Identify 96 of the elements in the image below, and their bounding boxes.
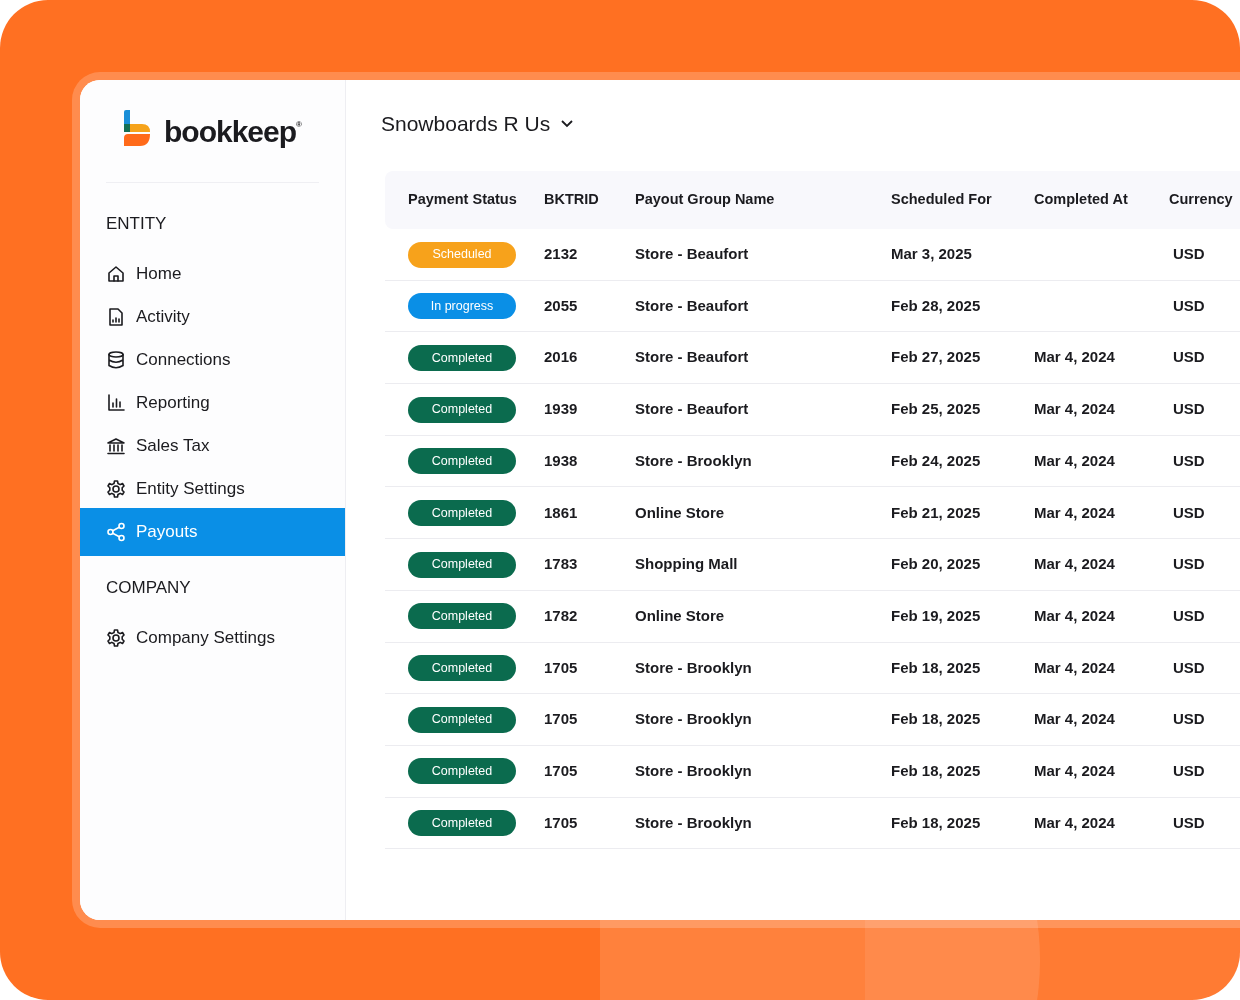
table-cell-text: 1861 [544,502,579,523]
chevron-down-icon [560,119,575,129]
table-cell-text: Mar 4, 2024 [1034,709,1116,730]
home-icon [106,263,126,284]
sidebar-item[interactable]: Entity Settings [80,467,345,510]
section-heading: COMPANY [105,577,192,600]
table-cell-text: Mar 4, 2024 [1034,347,1116,368]
table-cell-text: 1705 [544,657,579,678]
table-cell-text: Store - Beaufort [635,347,750,368]
table-cell-text: USD [1172,244,1206,265]
table-cell-text: Online Store [635,605,726,626]
table-cell-text: USD [1172,554,1206,575]
table-cell-text: Feb 21, 2025 [891,502,982,523]
table-cell-text: 1938 [544,450,579,471]
table-cell-text: Store - Brooklyn [635,450,753,471]
logo-text: bookkeep$^{®}$ [164,113,301,150]
table-cell-text: Store - Brooklyn [635,812,753,833]
status-badge: Completed [408,758,516,785]
table-cell-text: Mar 4, 2024 [1034,605,1116,626]
status-badge: Completed [408,396,516,423]
table-cell-text: 2055 [544,295,579,316]
table-cell-text: 1782 [544,605,579,626]
table-cell-text: USD [1172,399,1206,420]
status-badge: Completed [408,551,516,578]
status-badge: Completed [408,603,516,630]
entity-selector[interactable]: Snowboards R Us [381,108,575,140]
column-header: Payment Status [408,190,518,210]
table-cell-text: Feb 19, 2025 [891,605,982,626]
table-cell-text: Store - Beaufort [635,244,750,265]
table-cell-text: Mar 4, 2024 [1034,502,1116,523]
document-chart-icon [106,306,126,327]
table-cell-text: USD [1172,450,1206,471]
table-cell-text: 1705 [544,709,579,730]
status-badge: In progress [408,293,516,320]
table-cell-text: 2016 [544,347,579,368]
status-badge: Completed [408,810,516,837]
table-cell-text: Store - Beaufort [635,295,750,316]
database-icon [106,349,126,370]
table-cell-text: USD [1172,760,1206,781]
table-cell-text: USD [1172,812,1206,833]
bank-icon [106,435,126,456]
table-cell-text: Mar 3, 2025 [891,244,973,265]
table-cell-text: USD [1172,657,1206,678]
table-cell-text: Store - Beaufort [635,399,750,420]
settings-icon [106,478,126,499]
sidebar-item[interactable]: Reporting [80,381,345,424]
table-cell-text: 1705 [544,812,579,833]
table-cell-text: USD [1172,347,1206,368]
table-cell-text: 1939 [544,399,579,420]
table-cell-text: Mar 4, 2024 [1034,554,1116,575]
table-cell-text: Mar 4, 2024 [1034,812,1116,833]
sidebar-item[interactable]: Activity [80,295,345,338]
table-cell-text: Store - Brooklyn [635,657,753,678]
table-cell-text: USD [1172,295,1206,316]
table-cell-text: Store - Brooklyn [635,760,753,781]
table-cell-text: 2132 [544,244,579,265]
status-badge: Completed [408,344,516,371]
table-cell-text: Feb 18, 2025 [891,709,982,730]
column-header: BKTRID [544,190,600,210]
table-cell-text: Feb 28, 2025 [891,295,982,316]
table-cell-text: Feb 27, 2025 [891,347,982,368]
column-header: Scheduled For [891,190,993,210]
table-cell-text: Mar 4, 2024 [1034,399,1116,420]
table-cell-text: USD [1172,502,1206,523]
table-cell-text: Feb 25, 2025 [891,399,982,420]
sidebar-item[interactable]: Sales Tax [80,424,345,467]
table-cell-text: Feb 18, 2025 [891,812,982,833]
sidebar-item[interactable]: Connections [80,338,345,381]
table-cell-text: Store - Brooklyn [635,709,753,730]
status-badge: Completed [408,448,516,475]
column-header: Payout Group Name [635,190,776,210]
table-cell-text: Feb 24, 2025 [891,450,982,471]
table-cell-text: Feb 18, 2025 [891,657,982,678]
table-cell-text: Shopping Mall [635,554,739,575]
status-badge: Scheduled [408,241,516,268]
column-header: Currency [1169,190,1234,210]
status-badge: Completed [408,499,516,526]
bar-chart-icon [106,392,126,413]
table-cell-text: USD [1172,605,1206,626]
status-badge: Completed [408,655,516,682]
sidebar-item[interactable]: Company Settings [80,616,345,659]
column-header: Completed At [1034,190,1129,210]
table-cell-text: 1783 [544,554,579,575]
table-cell-text: Online Store [635,502,726,523]
share-icon [106,521,126,542]
table-cell-text: Feb 20, 2025 [891,554,982,575]
status-badge: Completed [408,706,516,733]
table-cell-text: 1705 [544,760,579,781]
sidebar-item[interactable]: Home [80,252,345,295]
table-cell-text: Mar 4, 2024 [1034,760,1116,781]
table-cell-text: USD [1172,709,1206,730]
table-cell-text: Mar 4, 2024 [1034,450,1116,471]
table-cell-text: Feb 18, 2025 [891,760,982,781]
table-cell-text: Mar 4, 2024 [1034,657,1116,678]
settings-icon [106,627,126,648]
section-heading: ENTITY [105,213,168,236]
